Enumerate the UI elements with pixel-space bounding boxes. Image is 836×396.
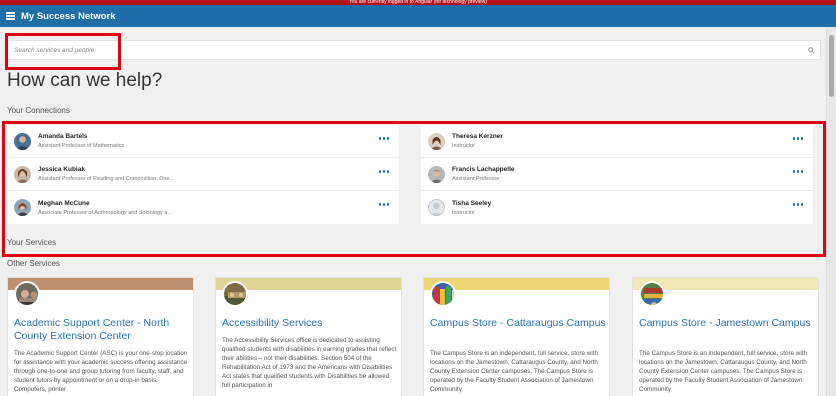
connection-item[interactable]: Tisha Seeley Instructor [421,191,813,224]
page-title: How can we help? [7,70,163,91]
service-title[interactable]: Accessibility Services [222,317,398,330]
scrollbar-thumb[interactable] [829,35,834,97]
connection-item[interactable]: Meghan McCune Associate Professor of Ant… [7,191,399,224]
connection-role: Assistant Professor of Mathematics [38,143,125,149]
service-image [14,281,40,307]
more-options-icon[interactable] [792,170,803,173]
menu-icon[interactable] [6,12,15,20]
service-title[interactable]: Campus Store - Cattaraugus Campus [430,317,606,330]
connection-name: Theresa Kerzner [452,133,503,140]
more-options-icon[interactable] [378,137,389,140]
connection-role: Associate Professor of Anthropology and … [38,209,172,216]
connections-list-left: Amanda Bartels Assistant Professor of Ma… [7,125,399,224]
avatar [428,165,445,183]
service-image [430,281,456,307]
connection-name: Amanda Bartels [38,133,88,140]
connection-name: Jessica Kubiak [38,166,85,173]
service-card[interactable]: Academic Support Center - North County E… [7,277,194,396]
avatar [14,132,31,150]
app-header: My Success Network [0,5,836,27]
service-image [639,281,665,307]
service-card[interactable]: Accessibility Services The Accessibility… [215,277,402,396]
service-card[interactable]: Campus Store - Cattaraugus Campus The Ca… [423,277,610,396]
service-card[interactable]: Campus Store - Jamestown Campus The Camp… [632,277,819,396]
connection-role: Assistant Professor [452,176,500,182]
service-image [222,281,248,307]
avatar [14,165,31,183]
connection-role: Instructor [452,143,475,149]
your-services-heading: Your Services [7,238,57,247]
main-content: How can we help? Your Connections Amanda… [0,27,826,396]
connection-item[interactable]: Theresa Kerzner Instructor [421,125,813,158]
more-options-icon[interactable] [378,203,389,206]
connection-item[interactable]: Jessica Kubiak Assistant Professor of Re… [7,158,399,191]
vertical-scrollbar[interactable] [826,27,836,396]
search-input[interactable] [14,46,805,54]
service-description: The Accessibility Services office is ded… [222,337,397,389]
connections-heading: Your Connections [7,106,70,115]
avatar [14,199,31,216]
more-options-icon[interactable] [378,170,389,173]
connections-list-right: Theresa Kerzner Instructor Francis Lacha… [421,125,813,224]
service-description: The Campus Store is an independent, full… [639,350,808,393]
avatar [428,199,445,216]
app-title: My Success Network [21,10,116,22]
connection-name: Francis Lachappelle [452,166,515,173]
service-title[interactable]: Academic Support Center - North County E… [14,317,190,343]
search-icon[interactable] [805,46,817,54]
connection-item[interactable]: Francis Lachappelle Assistant Professor [421,158,813,191]
connection-role: Assistant Professor of Reading and Compo… [38,176,175,182]
avatar [428,132,445,150]
service-description: The Academic Support Center (ASC) is you… [14,350,188,393]
connection-item[interactable]: Amanda Bartels Assistant Professor of Ma… [7,125,399,158]
connection-role: Instructor [452,209,475,216]
connection-name: Tisha Seeley [452,199,492,207]
other-services-heading: Other Services [7,259,60,268]
more-options-icon[interactable] [792,137,803,140]
search-bar[interactable] [7,40,821,60]
service-description: The Campus Store is an independent, full… [430,350,599,393]
service-title[interactable]: Campus Store - Jamestown Campus [639,317,815,330]
more-options-icon[interactable] [792,203,803,206]
connection-name: Meghan McCune [38,199,90,207]
